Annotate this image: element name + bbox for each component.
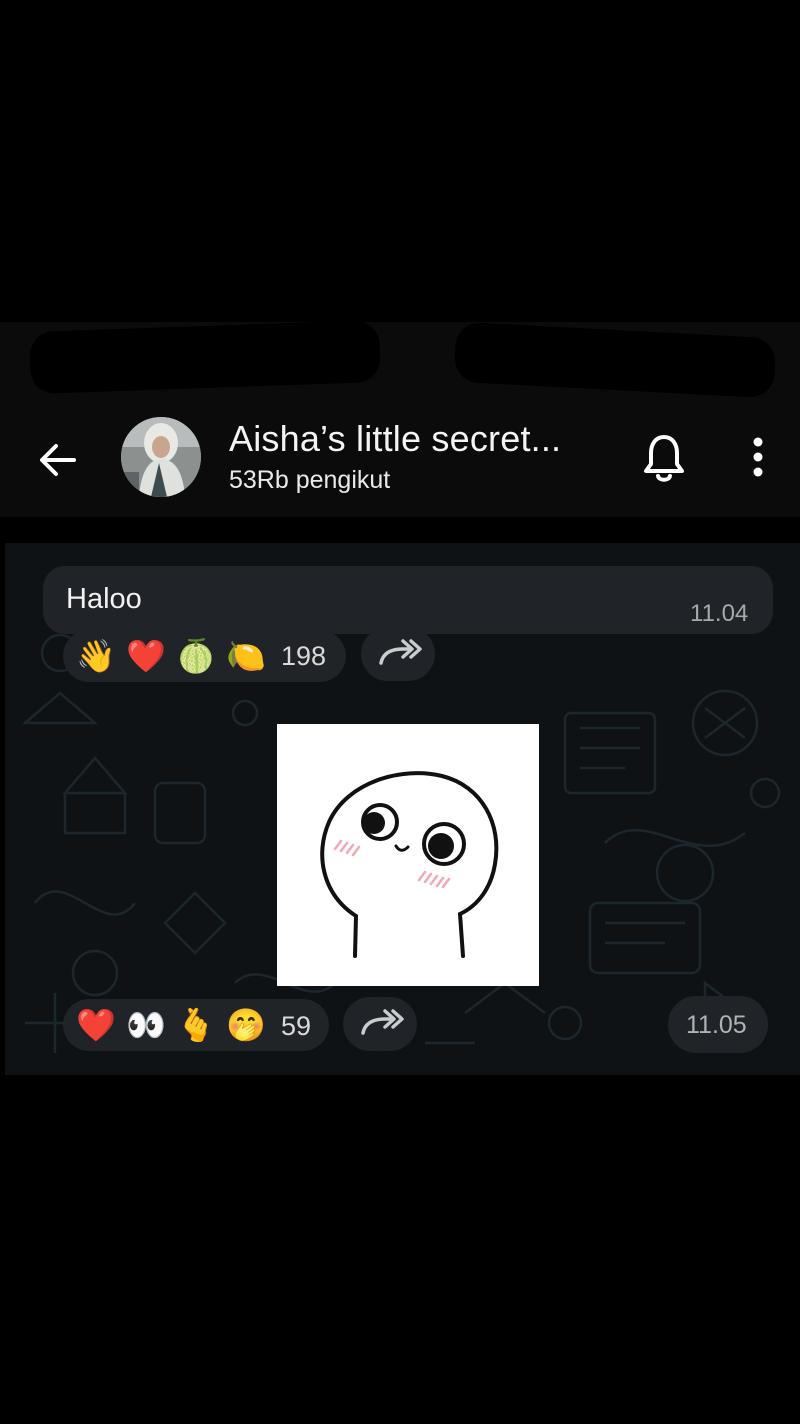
redaction-scribble: [29, 319, 381, 395]
mute-button[interactable]: [643, 433, 685, 483]
channel-title[interactable]: Aisha’s little secret...: [229, 418, 561, 460]
sticker-message[interactable]: [277, 724, 539, 986]
follower-count: 53Rb pengikut: [229, 466, 391, 494]
message-time: 11.05: [686, 1011, 747, 1039]
sticker-image: [320, 771, 499, 958]
reaction-emoji[interactable]: 🤭: [226, 1007, 266, 1043]
reaction-emoji[interactable]: 👋: [76, 638, 116, 674]
message-time-badge: 11.05: [668, 996, 768, 1053]
reaction-emoji[interactable]: 🍈: [176, 638, 216, 674]
reaction-emoji[interactable]: ❤️: [76, 1007, 116, 1043]
reaction-emoji[interactable]: 🫰: [176, 1007, 216, 1043]
bell-icon: [644, 435, 684, 482]
message-time: 11.04: [690, 600, 749, 627]
reaction-count: 59: [281, 1011, 312, 1041]
forward-button[interactable]: [343, 997, 417, 1051]
back-button[interactable]: [36, 438, 80, 482]
message-bubble[interactable]: [43, 566, 773, 634]
more-options-button[interactable]: [748, 436, 768, 480]
avatar[interactable]: [121, 417, 201, 497]
reaction-emoji[interactable]: 👀: [126, 1007, 166, 1043]
forward-icon: [379, 639, 422, 665]
back-arrow-icon: [40, 444, 76, 476]
reaction-emoji[interactable]: ❤️: [126, 638, 166, 674]
forward-icon: [361, 1009, 404, 1035]
message-text: Haloo: [66, 583, 142, 615]
forward-button[interactable]: [361, 627, 435, 681]
more-vertical-icon: [753, 437, 763, 477]
reaction-emoji[interactable]: 🍋: [226, 638, 266, 674]
avatar-image: [121, 417, 201, 497]
reaction-count: 198: [281, 641, 327, 671]
